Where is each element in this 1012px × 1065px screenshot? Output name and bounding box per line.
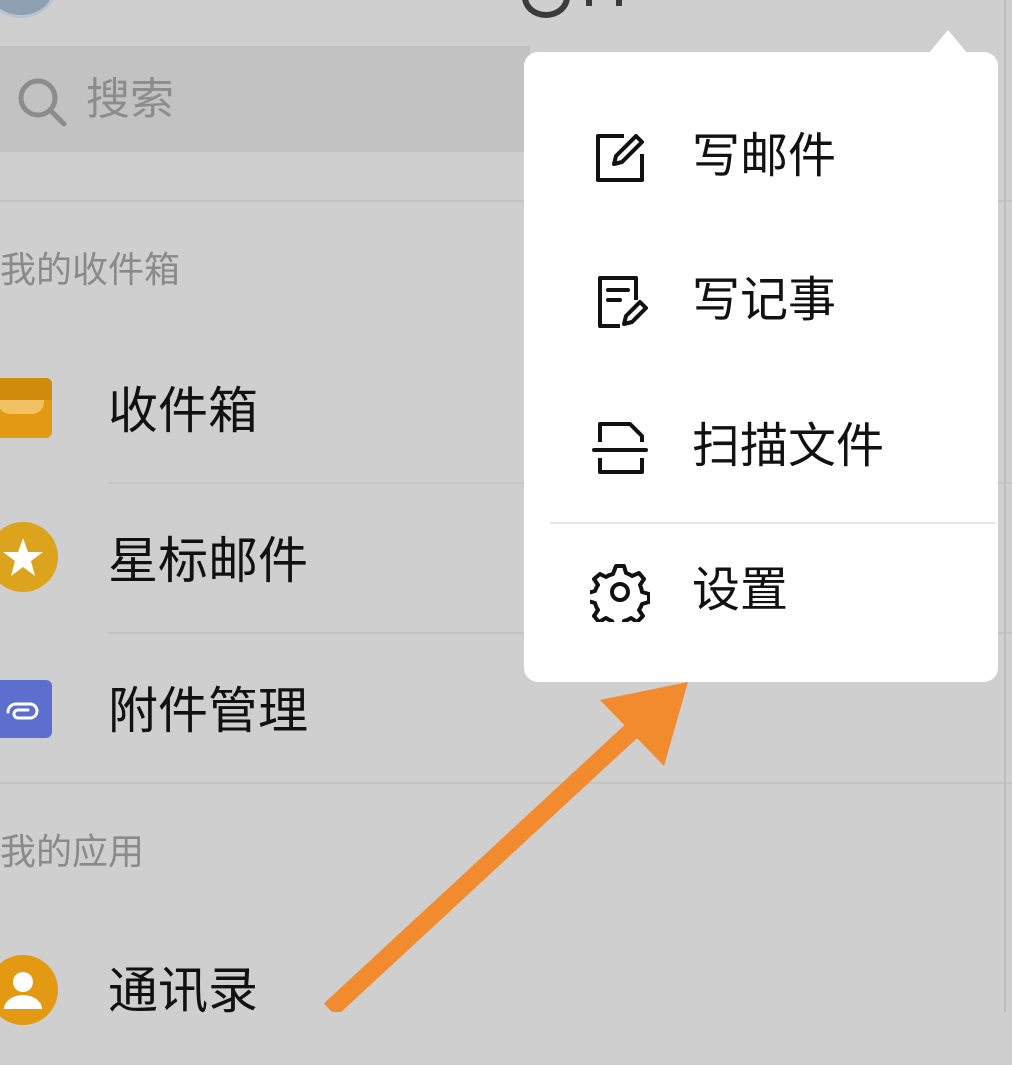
menu-item-label: 写记事	[692, 272, 837, 328]
header-title-glyph	[586, 0, 622, 6]
inbox-tray-icon	[0, 378, 52, 438]
search-input[interactable]: 搜索	[86, 72, 506, 128]
compose-icon	[596, 134, 644, 182]
list-item-label: 星标邮件	[108, 532, 308, 590]
note-icon	[598, 276, 648, 328]
scan-icon	[592, 422, 648, 474]
menu-item-label: 扫描文件	[692, 418, 885, 474]
scrollbar-edge	[1004, 0, 1006, 1012]
divider	[0, 782, 1012, 784]
section-title-my-inbox: 我的收件箱	[0, 250, 181, 291]
menu-item-settings[interactable]: 设置	[524, 532, 998, 652]
popup-caret	[928, 30, 968, 54]
avatar[interactable]	[0, 0, 56, 18]
menu-item-compose[interactable]: 写邮件	[524, 98, 998, 218]
list-item-label: 附件管理	[108, 682, 308, 740]
header-title-glyph	[522, 0, 570, 18]
menu-item-note[interactable]: 写记事	[524, 242, 998, 362]
search-icon	[18, 78, 67, 127]
section-title-my-apps: 我的应用	[0, 832, 145, 873]
quick-actions-menu: 写邮件 写记事 扫描文件 设置	[524, 52, 998, 682]
list-item-label: 收件箱	[108, 382, 258, 440]
list-item-label: 通讯录	[108, 962, 258, 1020]
mail-app: 搜索 我的收件箱 收件箱 星标邮件 附件管理 我的应用 通讯录 写邮件 写记事 …	[0, 0, 1012, 1025]
gear-icon	[590, 564, 650, 622]
menu-item-label: 写邮件	[692, 128, 837, 184]
top-header	[0, 0, 1012, 44]
menu-divider	[550, 522, 996, 524]
attachment-icon	[0, 680, 52, 738]
menu-item-label: 设置	[692, 562, 789, 618]
list-item-contacts[interactable]: 通讯录	[0, 915, 1012, 1065]
menu-item-scan[interactable]: 扫描文件	[524, 388, 998, 508]
